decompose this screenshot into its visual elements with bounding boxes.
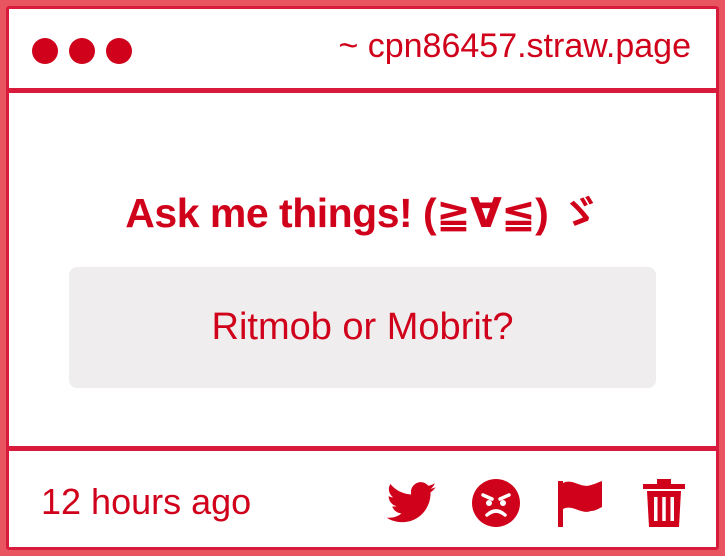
angry-face-icon (472, 479, 520, 527)
page-heading: Ask me things! (≧∀≦) ゞ (125, 190, 600, 236)
window-dot-3 (106, 38, 132, 64)
twitter-icon (387, 482, 437, 523)
question-text: Ritmob or Mobrit? (69, 267, 656, 388)
timestamp: 12 hours ago (41, 481, 252, 522)
report-flag-button[interactable] (554, 477, 606, 529)
window-dot-2 (69, 38, 95, 64)
share-twitter-button[interactable] (386, 477, 438, 529)
action-bar (386, 477, 690, 529)
window-titlebar: ~ cpn86457.straw.page (9, 9, 716, 93)
delete-button[interactable] (638, 477, 690, 529)
question-content: Ask me things! (≧∀≦) ゞ Ritmob or Mobrit? (9, 93, 716, 449)
window-controls (32, 38, 132, 64)
trash-icon (643, 479, 685, 527)
window-dot-1 (32, 38, 58, 64)
question-card: ~ cpn86457.straw.page Ask me things! (≧∀… (6, 6, 719, 550)
page-url: ~ cpn86457.straw.page (338, 27, 691, 65)
card-footer: 12 hours ago (9, 446, 716, 547)
flag-icon (558, 481, 602, 527)
react-angry-button[interactable] (470, 477, 522, 529)
